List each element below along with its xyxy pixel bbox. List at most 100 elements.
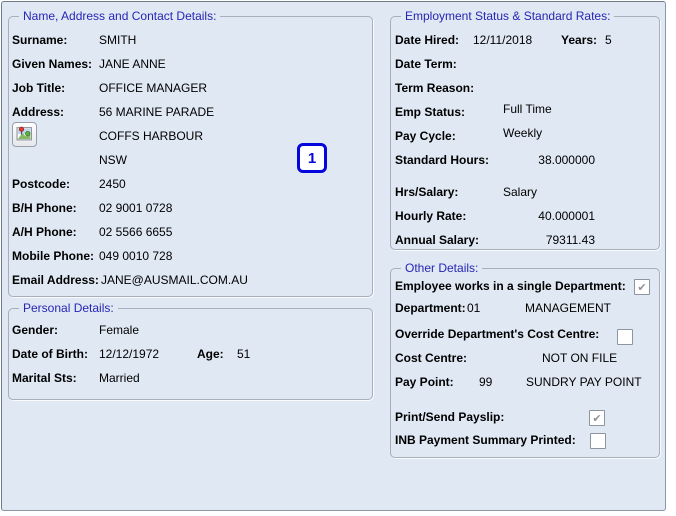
- override-cost-centre-row: Override Department's Cost Centre:: [395, 327, 599, 342]
- mobile-phone-label: Mobile Phone:: [12, 249, 94, 263]
- mobile-phone-value: 049 0010 728: [99, 249, 172, 264]
- hourly-rate-row: Hourly Rate: 40.000001: [395, 209, 466, 224]
- pay-point-name: SUNDRY PAY POINT: [526, 375, 642, 390]
- annual-salary-row: Annual Salary: 79311.43: [395, 233, 479, 248]
- given-names-row: Given Names: JANE ANNE: [12, 57, 92, 72]
- cost-centre-row: Cost Centre: NOT ON FILE: [395, 351, 467, 366]
- employee-details-window: Name, Address and Contact Details: Surna…: [0, 0, 676, 516]
- surname-row: Surname: SMITH: [12, 33, 67, 48]
- view-number-badge[interactable]: 1: [297, 143, 327, 173]
- pay-point-label: Pay Point:: [395, 375, 454, 389]
- print-payslip-row: Print/Send Payslip:: [395, 410, 504, 425]
- department-row: Department: 01 MANAGEMENT: [395, 301, 466, 316]
- single-department-row: Employee works in a single Department:: [395, 279, 626, 294]
- gender-label: Gender:: [12, 323, 58, 337]
- address-label: Address:: [12, 105, 64, 119]
- address-line3: NSW: [99, 153, 127, 167]
- postcode-value: 2450: [99, 177, 126, 192]
- address-line2: COFFS HARBOUR: [99, 129, 203, 143]
- years-value: 5: [605, 33, 612, 48]
- date-hired-row: Date Hired: 12/11/2018 Years: 5: [395, 33, 459, 48]
- personal-legend: Personal Details:: [19, 301, 118, 315]
- pay-point-row: Pay Point: 99 SUNDRY PAY POINT: [395, 375, 454, 390]
- job-title-label: Job Title:: [12, 81, 65, 95]
- hrs-salary-row: Hrs/Salary: Salary: [395, 185, 458, 200]
- date-hired-label: Date Hired:: [395, 33, 459, 47]
- hrs-salary-label: Hrs/Salary:: [395, 185, 458, 199]
- emp-status-row: Emp Status: Full Time: [395, 105, 465, 120]
- pay-cycle-label: Pay Cycle:: [395, 129, 456, 143]
- employment-groupbox: Employment Status & Standard Rates: Date…: [390, 16, 660, 250]
- contact-legend: Name, Address and Contact Details:: [19, 9, 220, 23]
- address-row: Address: 56 MARINE PARADE: [12, 105, 64, 120]
- annual-salary-value: 79311.43: [475, 233, 595, 248]
- main-panel: Name, Address and Contact Details: Surna…: [1, 1, 666, 511]
- years-label: Years:: [561, 33, 597, 48]
- bh-phone-value: 02 9001 0728: [99, 201, 172, 216]
- cost-centre-label: Cost Centre:: [395, 351, 467, 365]
- emp-status-value: Full Time: [503, 102, 552, 117]
- single-department-checkbox[interactable]: [634, 279, 650, 295]
- print-payslip-checkbox[interactable]: [589, 410, 605, 426]
- address-line3-row: NSW: [99, 153, 127, 168]
- other-legend: Other Details:: [401, 261, 482, 275]
- single-department-label: Employee works in a single Department:: [395, 279, 626, 293]
- given-names-value: JANE ANNE: [99, 57, 166, 72]
- personal-groupbox: Personal Details: Gender: Female Date of…: [8, 308, 373, 400]
- standard-hours-value: 38.000000: [475, 153, 595, 168]
- email-row: Email Address: JANE@AUSMAIL.COM.AU: [12, 273, 99, 288]
- department-label: Department:: [395, 301, 466, 315]
- emp-status-label: Emp Status:: [395, 105, 465, 119]
- inb-summary-checkbox[interactable]: [590, 433, 606, 449]
- dob-value: 12/12/1972: [99, 347, 159, 362]
- view-number: 1: [308, 150, 316, 167]
- address-line1: 56 MARINE PARADE: [99, 105, 214, 120]
- date-term-label: Date Term:: [395, 57, 457, 71]
- ah-phone-label: A/H Phone:: [12, 225, 77, 239]
- age-label: Age:: [197, 347, 224, 362]
- annual-salary-label: Annual Salary:: [395, 233, 479, 247]
- other-groupbox: Other Details: Employee works in a singl…: [390, 268, 660, 458]
- employment-legend: Employment Status & Standard Rates:: [401, 9, 614, 23]
- department-code: 01: [467, 301, 480, 316]
- given-names-label: Given Names:: [12, 57, 92, 71]
- bh-phone-row: B/H Phone: 02 9001 0728: [12, 201, 77, 216]
- mobile-phone-row: Mobile Phone: 049 0010 728: [12, 249, 94, 264]
- cost-centre-value: NOT ON FILE: [542, 351, 617, 366]
- ah-phone-value: 02 5566 6655: [99, 225, 172, 240]
- override-cost-centre-checkbox[interactable]: [617, 329, 633, 345]
- term-reason-label: Term Reason:: [395, 81, 474, 95]
- date-hired-value: 12/11/2018: [473, 33, 532, 48]
- gender-value: Female: [99, 323, 139, 338]
- email-label: Email Address:: [12, 273, 99, 287]
- marital-value: Married: [99, 371, 140, 386]
- hrs-salary-value: Salary: [503, 185, 537, 200]
- surname-label: Surname:: [12, 33, 67, 47]
- pay-cycle-row: Pay Cycle: Weekly: [395, 129, 456, 144]
- department-name: MANAGEMENT: [525, 301, 611, 316]
- marital-label: Marital Sts:: [12, 371, 77, 385]
- bh-phone-label: B/H Phone:: [12, 201, 77, 215]
- hourly-rate-value: 40.000001: [475, 209, 595, 224]
- print-payslip-label: Print/Send Payslip:: [395, 410, 504, 424]
- dob-label: Date of Birth:: [12, 347, 88, 361]
- standard-hours-row: Standard Hours: 38.000000: [395, 153, 489, 168]
- contact-groupbox: Name, Address and Contact Details: Surna…: [8, 16, 373, 297]
- marital-row: Marital Sts: Married: [12, 371, 77, 386]
- job-title-row: Job Title: OFFICE MANAGER: [12, 81, 65, 96]
- dob-row: Date of Birth: 12/12/1972 Age: 51: [12, 347, 88, 362]
- ah-phone-row: A/H Phone: 02 5566 6655: [12, 225, 77, 240]
- date-term-row: Date Term:: [395, 57, 457, 72]
- postcode-row: Postcode: 2450: [12, 177, 70, 192]
- job-title-value: OFFICE MANAGER: [99, 81, 207, 96]
- postcode-label: Postcode:: [12, 177, 70, 191]
- term-reason-row: Term Reason:: [395, 81, 474, 96]
- map-location-button[interactable]: [12, 122, 37, 147]
- pay-point-code: 99: [479, 375, 492, 390]
- surname-value: SMITH: [99, 33, 136, 48]
- email-value: JANE@AUSMAIL.COM.AU: [101, 273, 248, 288]
- address-line2-row: COFFS HARBOUR: [99, 129, 203, 144]
- map-location-icon: [16, 125, 33, 145]
- hourly-rate-label: Hourly Rate:: [395, 209, 466, 223]
- age-value: 51: [237, 347, 250, 362]
